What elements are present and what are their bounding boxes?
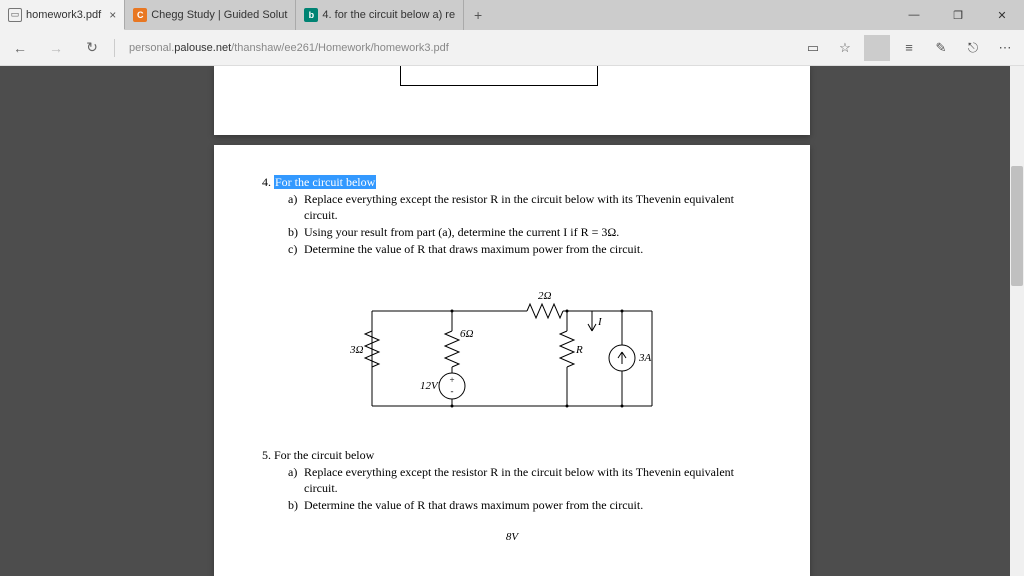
item-text: Replace everything except the resistor R…	[304, 192, 734, 222]
toolbar: ← → ↻ personal.palouse.net/thanshaw/ee26…	[0, 30, 1024, 66]
favorite-button[interactable]: ☆	[832, 35, 858, 61]
tab-chegg[interactable]: C Chegg Study | Guided Solut	[125, 0, 296, 30]
address-bar[interactable]: personal.palouse.net/thanshaw/ee261/Home…	[123, 36, 792, 60]
item-text: Determine the value of R that draws maxi…	[304, 242, 643, 256]
more-button[interactable]: ⋯	[992, 35, 1018, 61]
url-host: palouse.net	[174, 42, 231, 54]
label-12v: 12V	[420, 380, 438, 392]
minimize-button[interactable]: —	[892, 0, 936, 30]
url-path: /thanshaw/ee261/Homework/homework3.pdf	[231, 42, 449, 54]
label-6ohm: 6Ω	[460, 328, 473, 340]
titlebar: ▭ homework3.pdf × C Chegg Study | Guided…	[0, 0, 1024, 30]
list-item: a) Replace everything except the resistor…	[288, 191, 762, 223]
tab-label: Chegg Study | Guided Solut	[151, 9, 287, 21]
chegg-icon: C	[133, 8, 147, 22]
maximize-button[interactable]: ❐	[936, 0, 980, 30]
fragment-label: 8V	[262, 531, 762, 543]
share-button[interactable]: ⎋	[960, 35, 986, 61]
separator	[864, 35, 890, 61]
label-I: I	[598, 316, 602, 328]
problem-4: 4. For the circuit below a) Replace every…	[262, 175, 762, 258]
hub-button[interactable]: ≡	[896, 35, 922, 61]
svg-text:-: -	[451, 386, 454, 396]
svg-text:+: +	[449, 375, 454, 385]
list-item: b) Determine the value of R that draws ma…	[288, 497, 762, 513]
page-wrap: 4. For the circuit below a) Replace every…	[214, 66, 810, 576]
item-letter: b)	[288, 224, 298, 240]
toolbar-buttons: ▭ ☆ ≡ ✎ ⎋ ⋯	[800, 35, 1018, 61]
problem-title: For the circuit below	[274, 175, 376, 189]
list-item: b) Using your result from part (a), deter…	[288, 224, 762, 240]
url-prefix: personal.	[129, 42, 174, 54]
tab-label: homework3.pdf	[26, 9, 101, 21]
label-R: R	[576, 344, 583, 356]
label-3ohm: 3Ω	[350, 344, 363, 356]
tab-homework3[interactable]: ▭ homework3.pdf ×	[0, 0, 125, 30]
pdf-page-current: 4. For the circuit below a) Replace every…	[214, 145, 810, 576]
problem-5-items: a) Replace everything except the resistor…	[262, 464, 762, 514]
pdf-viewer: 4. For the circuit below a) Replace every…	[0, 66, 1024, 576]
notes-button[interactable]: ✎	[928, 35, 954, 61]
problem-4-items: a) Replace everything except the resistor…	[262, 191, 762, 258]
reading-view-button[interactable]: ▭	[800, 35, 826, 61]
item-text: Determine the value of R that draws maxi…	[304, 498, 643, 512]
new-tab-button[interactable]: +	[464, 0, 492, 30]
scroll-thumb[interactable]	[1011, 166, 1023, 286]
problem-number: 4.	[262, 175, 271, 189]
problem-5: 5. For the circuit below a) Replace every…	[262, 448, 762, 514]
separator	[114, 39, 115, 57]
item-text: Replace everything except the resistor R…	[304, 465, 734, 495]
close-icon[interactable]: ×	[109, 8, 116, 22]
forward-button[interactable]: →	[42, 34, 70, 62]
item-text: Using your result from part (a), determi…	[304, 225, 619, 239]
label-2ohm: 2Ω	[538, 290, 551, 302]
window-controls: — ❐ ✕	[892, 0, 1024, 30]
tab-bing[interactable]: b 4. for the circuit below a) re	[296, 0, 464, 30]
problem-title: For the circuit below	[274, 448, 374, 462]
scrollbar[interactable]	[1010, 66, 1024, 576]
circuit-diagram: + - 3Ω 6Ω 2Ω R 12V 3A I	[352, 276, 672, 426]
label-3a: 3A	[639, 352, 651, 364]
list-item: a) Replace everything except the resistor…	[288, 464, 762, 496]
refresh-button[interactable]: ↻	[78, 34, 106, 62]
back-button[interactable]: ←	[6, 34, 34, 62]
circuit-fragment	[400, 66, 598, 86]
tab-label: 4. for the circuit below a) re	[322, 9, 455, 21]
item-letter: a)	[288, 464, 297, 480]
item-letter: c)	[288, 241, 297, 257]
problem-number: 5.	[262, 448, 271, 462]
item-letter: b)	[288, 497, 298, 513]
pdf-page-previous	[214, 66, 810, 135]
close-window-button[interactable]: ✕	[980, 0, 1024, 30]
bing-icon: b	[304, 8, 318, 22]
item-letter: a)	[288, 191, 297, 207]
list-item: c) Determine the value of R that draws ma…	[288, 241, 762, 257]
pdf-icon: ▭	[8, 8, 22, 22]
